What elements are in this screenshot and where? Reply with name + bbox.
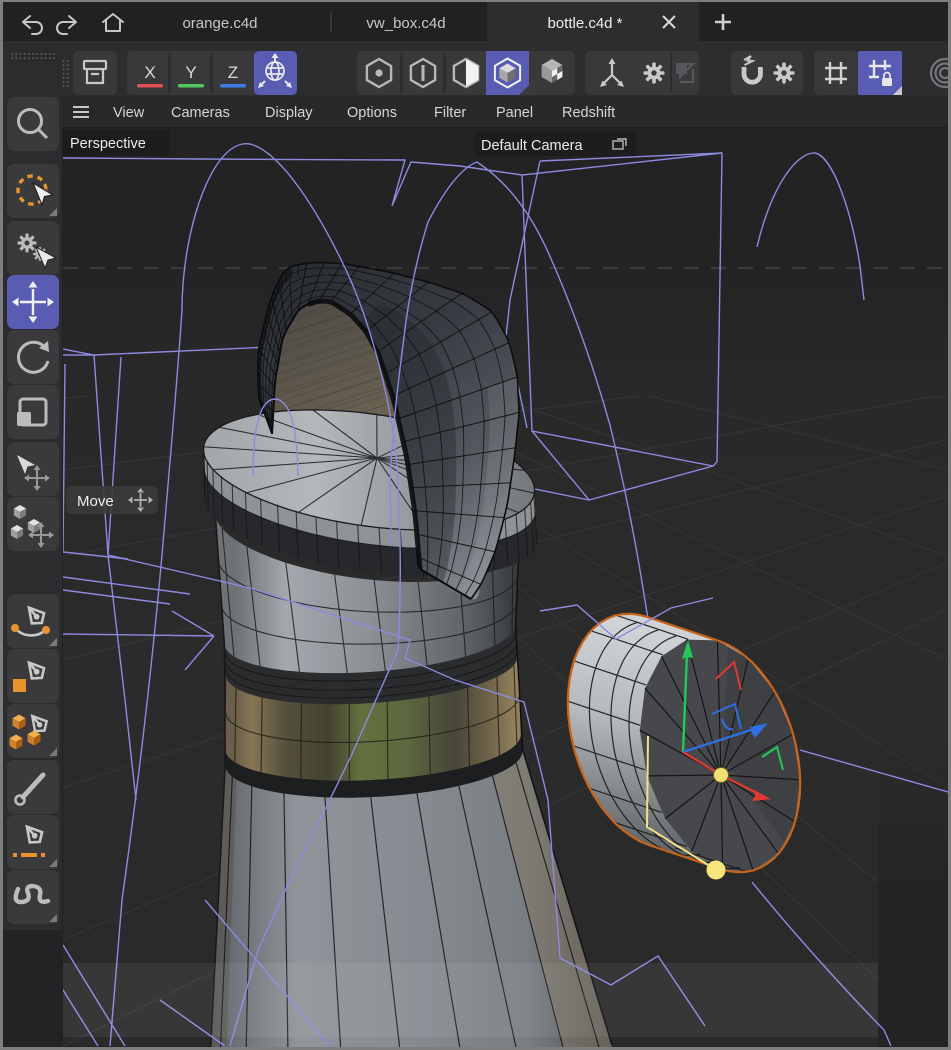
svg-text:Options: Options — [347, 105, 397, 121]
svg-text:Z: Z — [228, 63, 238, 82]
svg-text:bottle.c4d *: bottle.c4d * — [547, 15, 622, 32]
svg-text:Y: Y — [185, 63, 196, 82]
svg-text:Panel: Panel — [496, 105, 533, 121]
svg-text:orange.c4d: orange.c4d — [182, 15, 257, 32]
svg-text:X: X — [144, 63, 155, 82]
svg-text:Filter: Filter — [434, 105, 466, 121]
svg-text:vw_box.c4d: vw_box.c4d — [366, 15, 445, 32]
svg-text:Cameras: Cameras — [171, 105, 230, 121]
svg-text:Default Camera: Default Camera — [481, 138, 583, 154]
svg-text:View: View — [113, 105, 145, 121]
svg-text:Display: Display — [265, 105, 313, 121]
svg-text:Move: Move — [77, 493, 114, 510]
svg-text:Perspective: Perspective — [70, 136, 146, 152]
svg-text:Redshift: Redshift — [562, 105, 615, 121]
